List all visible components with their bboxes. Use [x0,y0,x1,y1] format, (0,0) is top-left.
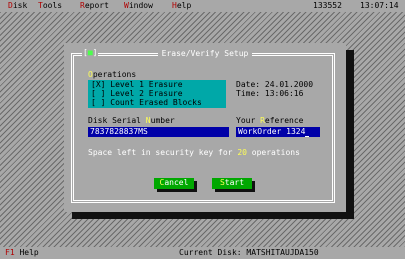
dialog-shadow-bottom [72,212,354,219]
menu-help[interactable]: Help [172,1,191,11]
dialog-title: Erase/Verify Setup [157,49,253,58]
menu-bar: Disk Tools Report Window Help 133552 13:… [0,0,405,12]
option-count-erased-blocks[interactable]: [ ] Count Erased Blocks [91,98,202,108]
serial-number-field[interactable]: 7837828837MS [88,127,229,137]
dialog-shadow-right [346,50,354,219]
start-button[interactable]: Start [212,178,252,189]
reference-label: Your Reference [236,116,304,125]
help-hint[interactable]: F1 Help [5,248,39,258]
menu-tools[interactable]: Tools [38,1,62,11]
cancel-button[interactable]: Cancel [154,178,194,189]
time-readout: Time: 13:06:16 [236,89,304,98]
operations-label: Operations [88,70,137,79]
clock-readout: 13:07:14 [360,1,399,10]
status-bar: F1 Help Current Disk: MATSHITAUJDA150 [0,247,405,259]
counter-readout: 133552 [313,1,342,10]
current-disk-readout: Current Disk: MATSHITAUJDA150 [179,248,319,257]
erase-verify-dialog: [■] Erase/Verify Setup Operations [X] Le… [64,43,346,212]
operations-list: [X] Level 1 Erasure [ ] Level 2 Erasure … [88,80,226,108]
menu-disk[interactable]: Disk [8,1,27,11]
menu-report[interactable]: Report [80,1,109,11]
reference-field[interactable]: WorkOrder 1324 [236,127,320,137]
serial-number-label: Disk Serial Number [88,116,175,125]
security-key-message: Space left in security key for 20 operat… [88,148,300,157]
text-cursor [305,136,310,137]
menu-window[interactable]: Window [124,1,153,11]
